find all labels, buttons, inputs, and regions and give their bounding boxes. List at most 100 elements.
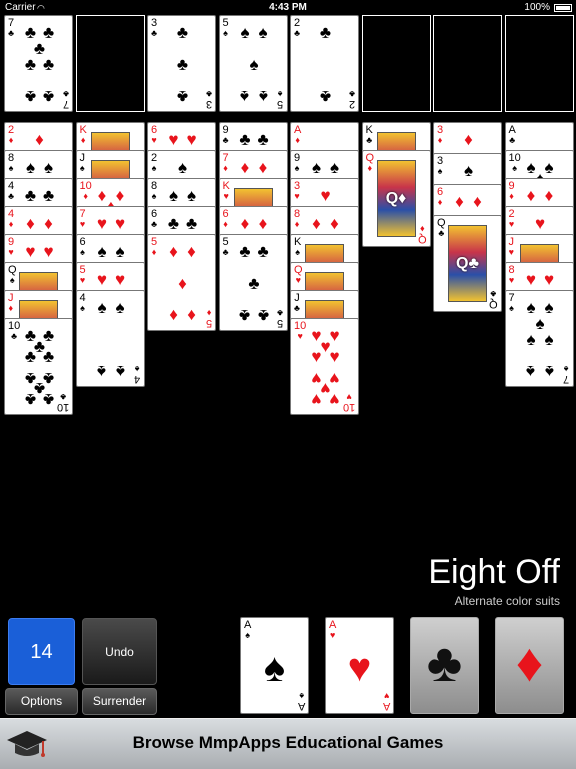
suit-pip-icon: ♣ bbox=[24, 55, 37, 74]
card-suit-icon: ♣ bbox=[490, 289, 497, 299]
suit-pip-icon: ♦ bbox=[464, 129, 473, 149]
suit-pip-icon: ♣ bbox=[185, 213, 198, 233]
card-index-bottom: 5 ♠ bbox=[277, 89, 283, 110]
options-button[interactable]: Options bbox=[5, 688, 78, 715]
playing-card[interactable]: 7 ♠ 7 ♠ ♠ ♠ ♠ ♠ ♠ ♠ ♠ bbox=[504, 290, 574, 387]
status-bar: Carrier ◠ 4:43 PM 100% bbox=[0, 0, 576, 16]
suit-pip-icon: ♣ bbox=[42, 390, 55, 410]
suit-pip-icon: ♦ bbox=[26, 213, 35, 233]
suit-pip-icon: ♠ bbox=[177, 157, 188, 177]
card-suit-icon: ♠ bbox=[151, 163, 157, 173]
card-index: 7 ♠ bbox=[509, 293, 515, 313]
suit-pip-icon: ♣ bbox=[257, 306, 269, 326]
card-index-bottom: 10 ♥ bbox=[343, 392, 355, 413]
card-index: 6 ♦ bbox=[437, 187, 443, 207]
suit-pip-icon: ♣ bbox=[24, 87, 37, 107]
card-suit-icon: ♦ bbox=[295, 135, 300, 145]
card-suit-icon: ♣ bbox=[348, 89, 355, 99]
card-suit-icon: ♣ bbox=[294, 303, 300, 313]
card-index: 5 ♠ bbox=[223, 18, 229, 38]
card-rank: 2 bbox=[348, 98, 355, 110]
suit-pip-icon: ♥ bbox=[311, 346, 322, 366]
suit-pip-icon: ♣ bbox=[176, 87, 189, 107]
suit-pip-icon: ♦ bbox=[258, 213, 268, 233]
card-rank: 3 bbox=[205, 98, 212, 110]
card-suit-icon: ♦ bbox=[151, 247, 157, 257]
card-suit-icon: ♠ bbox=[80, 247, 85, 257]
suit-pip-icon: ♣ bbox=[319, 87, 332, 107]
playing-card[interactable]: Q ♦ Q ♦ Q♦ bbox=[361, 150, 431, 247]
card-index: 10 ♥ bbox=[294, 321, 306, 341]
undo-button[interactable]: Undo bbox=[82, 618, 157, 685]
face-card-art: Q♦ bbox=[376, 160, 416, 237]
suit-pip-icon: ♣ bbox=[319, 22, 332, 42]
card-index: 5 ♦ bbox=[151, 237, 157, 257]
suit-pip-icon: ♥ bbox=[320, 185, 331, 205]
card-index: J ♠ bbox=[80, 153, 86, 173]
card-suit-icon: ♠ bbox=[564, 364, 569, 374]
ad-banner[interactable]: Browse MmpApps Educational Games bbox=[0, 718, 576, 769]
free-cell-card[interactable]: 2 ♣ 2 ♣ ♣ ♣ bbox=[290, 15, 359, 112]
free-cell-empty[interactable] bbox=[361, 15, 431, 112]
suit-pip-icon: ♠ bbox=[526, 362, 536, 382]
card-suit-icon: ♣ bbox=[11, 331, 18, 341]
card-index: 8 ♠ bbox=[8, 153, 14, 173]
free-cell-card[interactable]: 7 ♣ 7 ♣ ♣ ♣ ♣ ♣ ♣ ♣ ♣ bbox=[4, 15, 73, 112]
suit-pip-icon: ♠ bbox=[463, 160, 474, 180]
card-suit-icon: ♥ bbox=[294, 191, 300, 201]
card-suit-icon: ♦ bbox=[206, 308, 212, 318]
suit-pip-icon: ♦ bbox=[35, 129, 44, 149]
playing-card[interactable]: 5 ♣ 5 ♣ ♣ ♣ ♣ ♣ ♣ bbox=[218, 234, 288, 331]
card-suit-icon: ♣ bbox=[205, 89, 212, 99]
card-suit-icon: ♣ bbox=[294, 28, 301, 38]
suit-pip-icon: ♠ bbox=[240, 22, 250, 42]
card-suit-icon: ♠ bbox=[8, 163, 14, 173]
suit-pip-icon: ♣ bbox=[248, 274, 260, 293]
suit-pip-icon: ♥ bbox=[329, 390, 340, 410]
card-suit-icon: ♠ bbox=[79, 163, 85, 173]
card-index: 2 ♠ bbox=[151, 153, 157, 173]
suit-pip-icon: ♣ bbox=[239, 241, 251, 261]
playing-card[interactable]: 10 ♥ 10 ♥ ♥ ♥ ♥ ♥ ♥ ♥ ♥ ♥ ♥ ♥ bbox=[290, 318, 359, 415]
card-index: K ♥ bbox=[223, 181, 230, 201]
playing-card[interactable]: 10 ♣ 10 ♣ ♣ ♣ ♣ ♣ ♣ ♣ ♣ ♣ ♣ ♣ bbox=[4, 318, 73, 415]
suit-pip-icon: ♥ bbox=[96, 269, 108, 289]
suit-pip-icon: ♣ bbox=[176, 55, 189, 74]
card-index: 5 ♥ bbox=[80, 265, 86, 285]
card-index: 9 ♣ bbox=[223, 125, 229, 145]
card-suit-icon: ♦ bbox=[223, 219, 228, 229]
free-cell-card[interactable]: 5 ♠ 5 ♠ ♠ ♠ ♠ ♠ ♠ bbox=[218, 15, 288, 112]
card-suit-icon: ♠ bbox=[223, 28, 228, 38]
card-index-bottom: 2 ♣ bbox=[348, 89, 355, 110]
foundation-slot[interactable]: ♦ bbox=[495, 617, 564, 714]
foundation-slot[interactable]: ♣ bbox=[410, 617, 479, 714]
playing-card[interactable]: 4 ♠ 4 ♠ ♠ ♠ ♠ ♠ bbox=[75, 290, 145, 387]
card-index: 6 ♠ bbox=[80, 237, 86, 257]
playing-card[interactable]: Q ♣ Q ♣ Q♣ bbox=[433, 215, 502, 312]
card-index: 3 ♥ bbox=[294, 181, 300, 201]
card-index-bottom: 4 ♠ bbox=[134, 364, 140, 385]
card-index: 10 ♦ bbox=[80, 181, 92, 201]
card-index: A ♣ bbox=[509, 125, 516, 145]
suit-pip-icon: ♠ bbox=[311, 157, 321, 177]
suit-pip-icon: ♥ bbox=[186, 129, 197, 149]
face-rank: Q♣ bbox=[456, 254, 479, 272]
card-index: 7 ♥ bbox=[80, 209, 86, 229]
free-cell-empty[interactable] bbox=[433, 15, 502, 112]
score-button[interactable]: 14 bbox=[8, 618, 75, 685]
card-rank: 10 bbox=[56, 401, 69, 413]
surrender-button[interactable]: Surrender bbox=[82, 688, 157, 715]
card-index: 9 ♠ bbox=[294, 153, 300, 173]
card-suit-icon: ♥ bbox=[346, 392, 352, 402]
suit-pip-icon: ♣ bbox=[257, 241, 269, 261]
foundation-card[interactable]: A ♠ A ♠ ♠ bbox=[240, 617, 309, 714]
free-cell-empty[interactable] bbox=[75, 15, 145, 112]
foundation-card[interactable]: A ♥ A ♥ ♥ bbox=[325, 617, 394, 714]
card-suit-icon: ♦ bbox=[80, 135, 86, 145]
face-card-art: Q♣ bbox=[448, 225, 487, 302]
card-suit-icon: ♦ bbox=[367, 163, 373, 173]
card-suit-icon: ♠ bbox=[295, 247, 301, 257]
free-cell-card[interactable]: 3 ♣ 3 ♣ ♣ ♣ ♣ bbox=[147, 15, 216, 112]
free-cell-empty[interactable] bbox=[504, 15, 574, 112]
playing-card[interactable]: 5 ♦ 5 ♦ ♦ ♦ ♦ ♦ ♦ bbox=[147, 234, 216, 331]
